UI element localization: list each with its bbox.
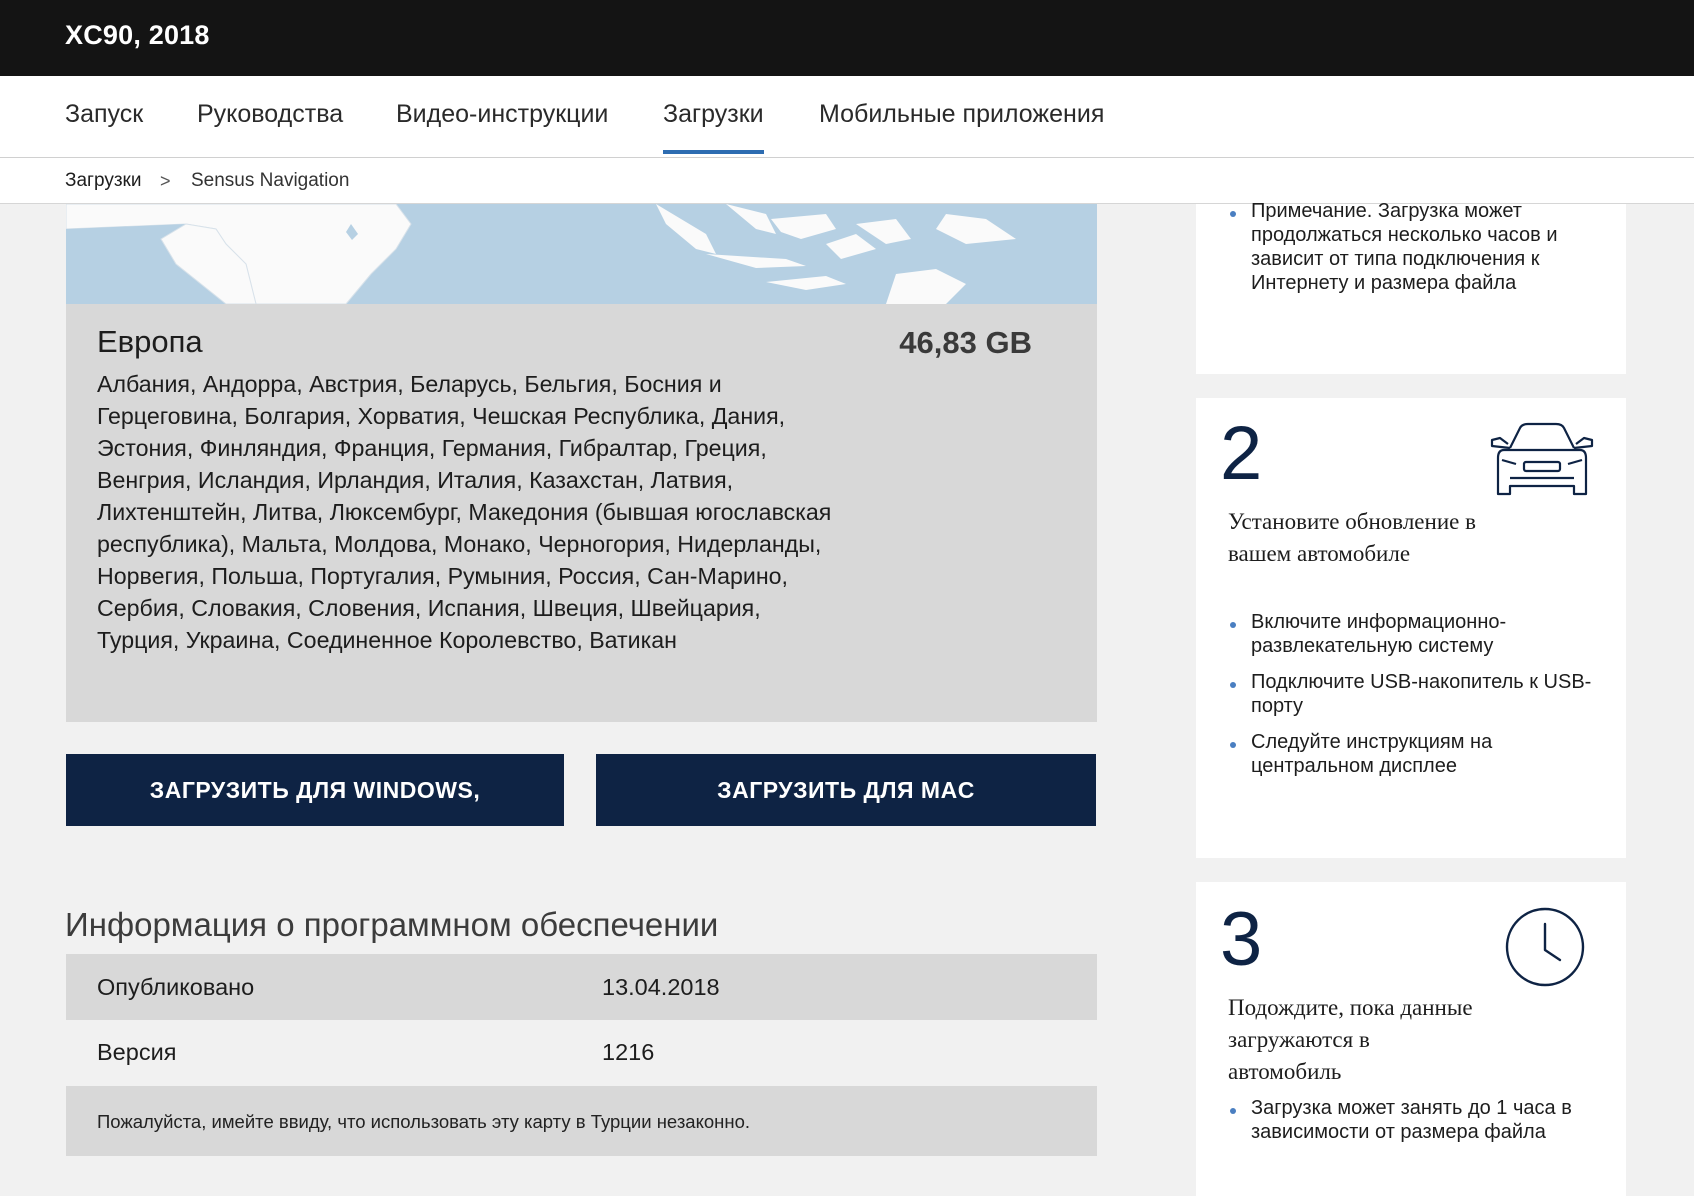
- region-card: Европа 46,83 GB Албания, Андорра, Австри…: [66, 304, 1097, 722]
- step-2-bullets: Включите информационно-развлекательную с…: [1228, 610, 1608, 790]
- breadcrumb: Загрузки > Sensus Navigation: [0, 158, 1694, 204]
- version-label: Версия: [97, 1039, 177, 1065]
- info-row-published: Опубликовано 13.04.2018: [66, 954, 1097, 1020]
- active-tab-indicator: [663, 150, 764, 154]
- download-mac-button[interactable]: ЗАГРУЗИТЬ ДЛЯ MAC: [596, 754, 1096, 826]
- breadcrumb-downloads-link[interactable]: Загрузки: [65, 170, 141, 192]
- file-size: 46,83 GB: [899, 325, 1032, 360]
- region-map: [66, 204, 1097, 304]
- nav-item-downloads[interactable]: Загрузки: [663, 100, 764, 154]
- step-2-title: Установите обновление в вашем автомобиле: [1228, 509, 1476, 566]
- download-windows-button[interactable]: ЗАГРУЗИТЬ ДЛЯ WINDOWS,: [66, 754, 564, 826]
- legal-note-text: Пожалуйста, имейте ввиду, что использова…: [97, 1111, 751, 1132]
- map-illustration: [66, 204, 1016, 304]
- list-item: Включите информационно-развлекательную с…: [1228, 610, 1608, 658]
- chevron-right-icon: >: [160, 171, 171, 191]
- step-1-bullets: Примечание. Загрузка может продолжаться …: [1228, 199, 1608, 307]
- region-name: Европа: [97, 324, 203, 359]
- main-nav: Запуск Руководства Видео-инструкции Загр…: [0, 76, 1694, 158]
- list-item: Примечание. Загрузка может продолжаться …: [1228, 199, 1608, 295]
- nav-item-manuals[interactable]: Руководства: [197, 100, 343, 129]
- country-list: Албания, Андорра, Австрия, Беларусь, Бел…: [97, 371, 832, 653]
- step-1-card: Примечание. Загрузка может продолжаться …: [1196, 200, 1626, 374]
- breadcrumb-current: Sensus Navigation: [191, 170, 350, 191]
- nav-item-mobile-apps[interactable]: Мобильные приложения: [819, 100, 1104, 129]
- list-item: Подключите USB-накопитель к USB-порту: [1228, 670, 1608, 718]
- car-icon: [1490, 422, 1594, 496]
- step-3-card: 3 Подождите, пока данные загружаются в а…: [1196, 882, 1626, 1196]
- version-value: 1216: [602, 1039, 655, 1065]
- list-item: Загрузка может занять до 1 часа в зависи…: [1228, 1096, 1608, 1144]
- step-2-card: 2 Установите обновление в вашем автомоби…: [1196, 398, 1626, 858]
- software-info-title: Информация о программном обеспечении: [65, 906, 719, 943]
- nav-item-videos[interactable]: Видео-инструкции: [396, 100, 608, 129]
- legal-note: Пожалуйста, имейте ввиду, что использова…: [66, 1086, 1097, 1156]
- top-bar: XC90, 2018: [0, 0, 1694, 76]
- published-label: Опубликовано: [97, 974, 255, 1000]
- model-title: XC90, 2018: [65, 20, 210, 50]
- step-number: 2: [1220, 411, 1263, 496]
- published-value: 13.04.2018: [602, 974, 720, 1000]
- step-3-bullets: Загрузка может занять до 1 часа в зависи…: [1228, 1096, 1608, 1156]
- step-3-title: Подождите, пока данные загружаются в авт…: [1228, 995, 1473, 1084]
- clock-icon: [1505, 907, 1585, 987]
- step-number: 3: [1220, 897, 1263, 982]
- list-item: Следуйте инструкциям на центральном дисп…: [1228, 730, 1608, 778]
- info-row-version: Версия 1216: [66, 1020, 1097, 1086]
- nav-item-start[interactable]: Запуск: [65, 100, 143, 129]
